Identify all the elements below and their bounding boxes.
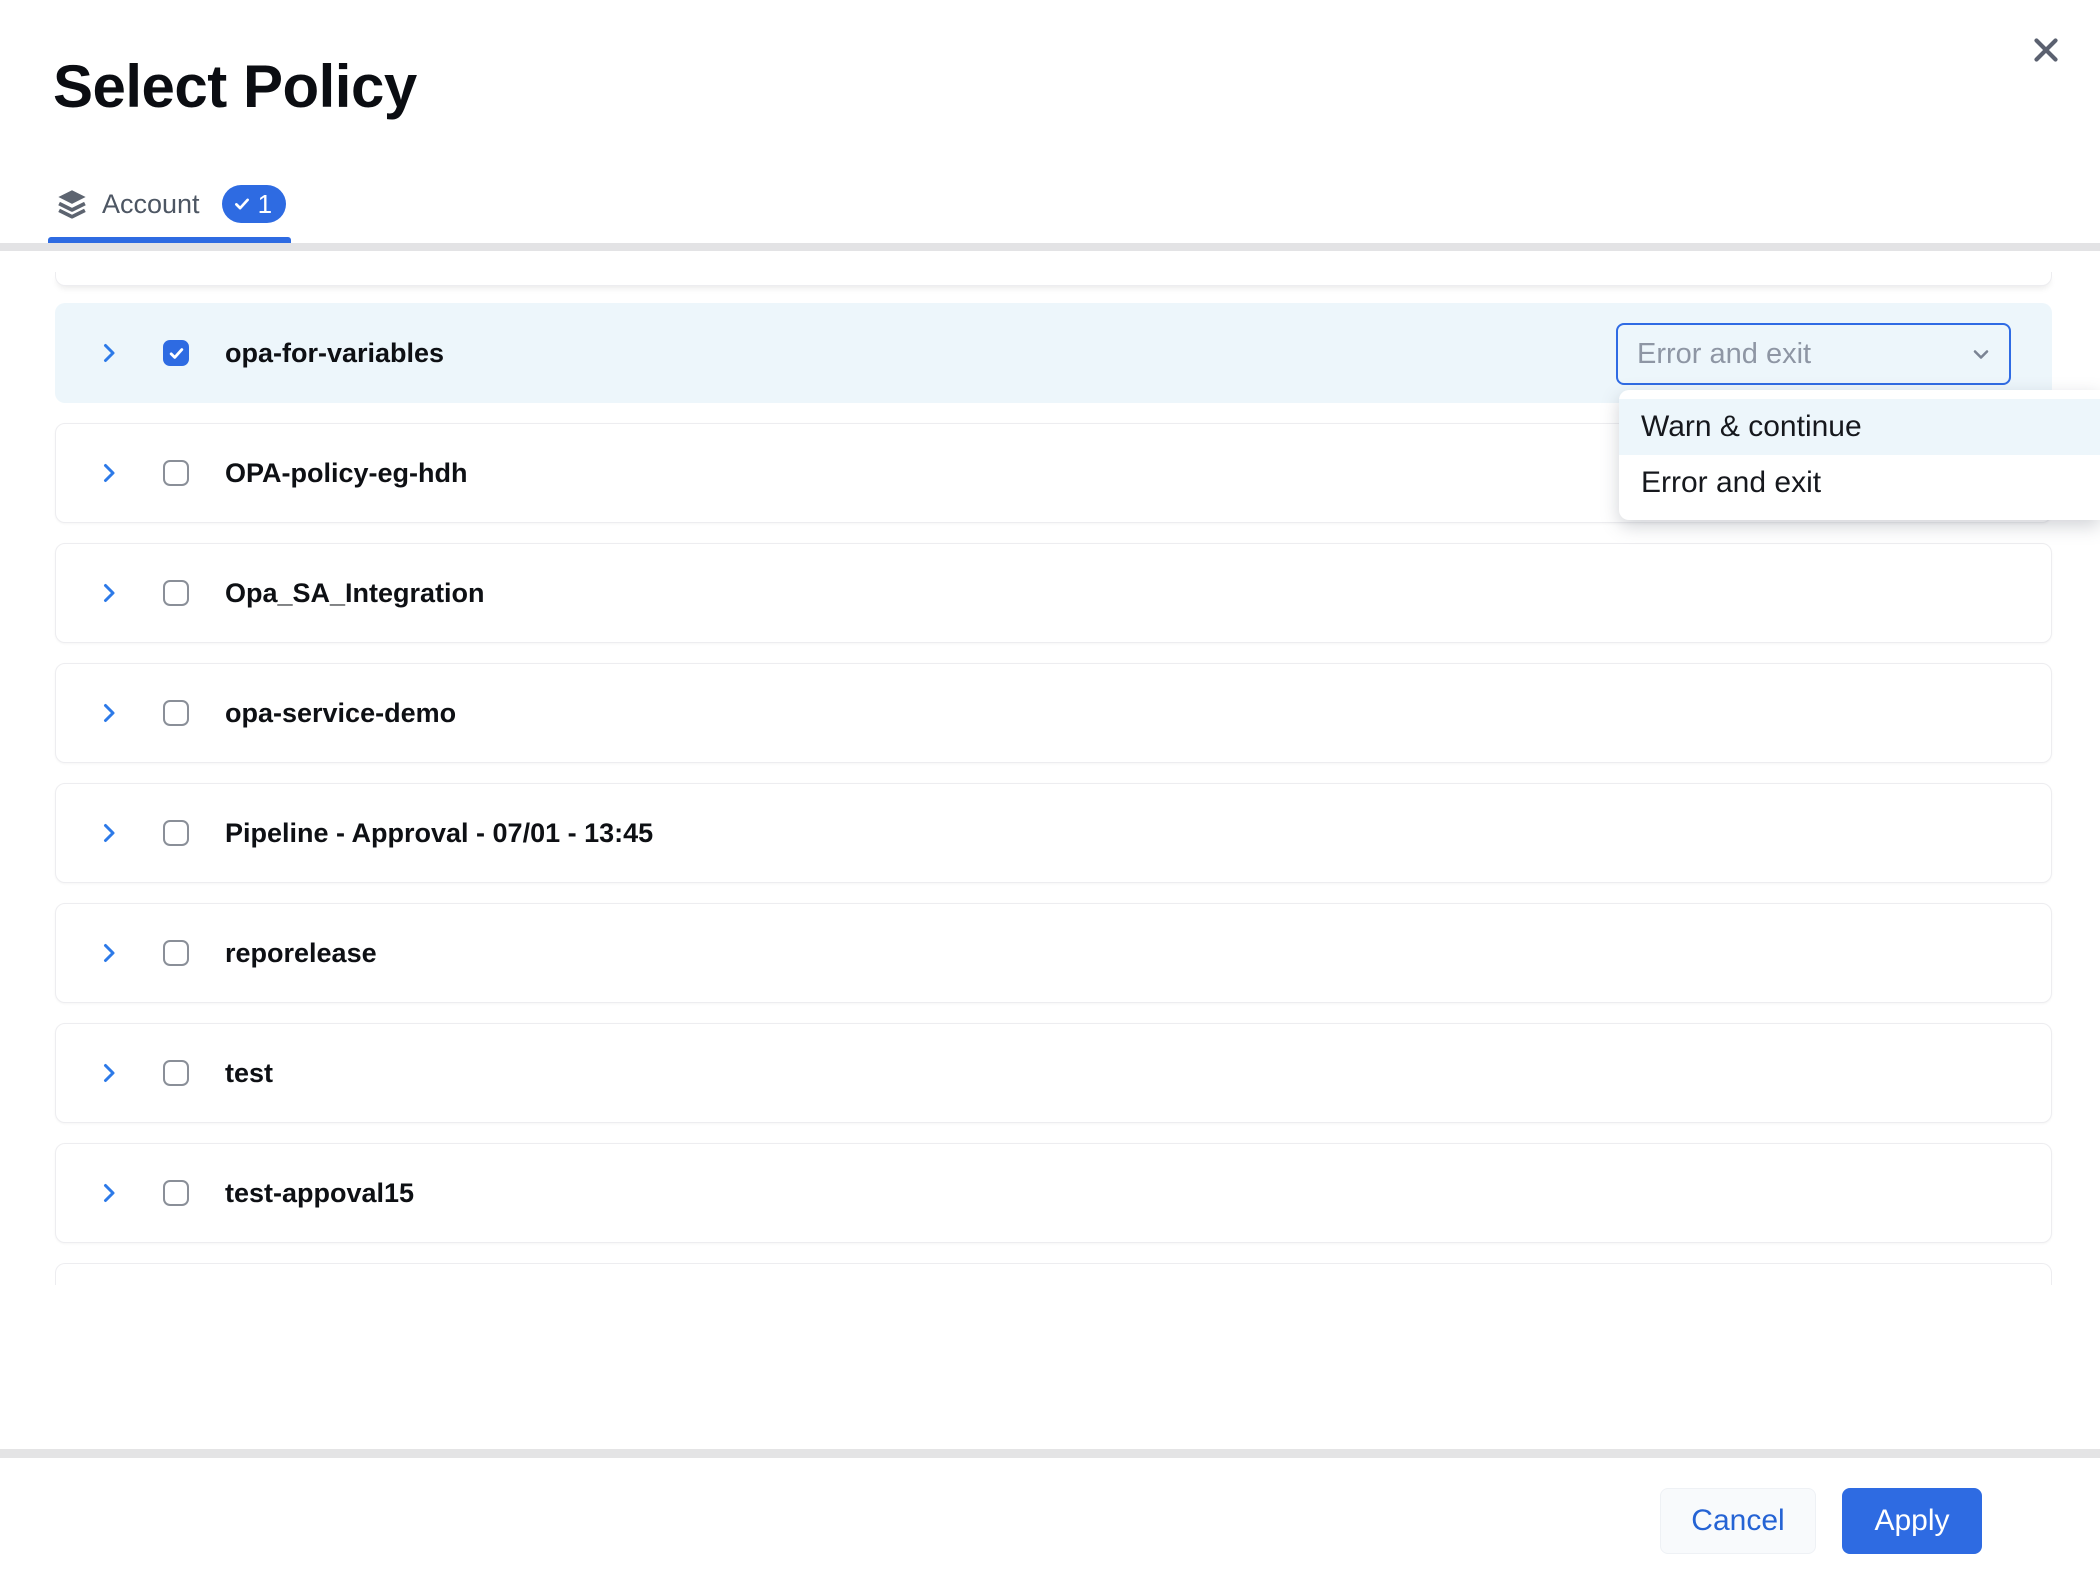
selected-count-badge: 1: [222, 185, 286, 223]
policy-row-opa-sa-integration[interactable]: Opa_SA_Integration: [55, 543, 2052, 643]
chevron-right-icon[interactable]: [97, 341, 121, 365]
policy-row-test[interactable]: test: [55, 1023, 2052, 1123]
policy-checkbox[interactable]: [163, 940, 189, 966]
policy-label: Pipeline - Approval - 07/01 - 13:45: [225, 818, 653, 849]
close-icon[interactable]: [2022, 26, 2070, 74]
policy-row-reporelease[interactable]: reporelease: [55, 903, 2052, 1003]
apply-button[interactable]: Apply: [1842, 1488, 1982, 1554]
cancel-button[interactable]: Cancel: [1660, 1488, 1816, 1554]
tab-account[interactable]: Account: [102, 189, 200, 220]
chevron-right-icon[interactable]: [97, 461, 121, 485]
select-policy-modal: Select Policy Account 1: [0, 0, 2100, 1570]
policy-row-opa-for-variables[interactable]: opa-for-variables Error and exit: [55, 303, 2052, 403]
policy-row-test-appoval15[interactable]: test-appoval15: [55, 1143, 2052, 1243]
policy-label: OPA-policy-eg-hdh: [225, 458, 468, 489]
policy-label: opa-for-variables: [225, 338, 444, 369]
clipped-row-below: [55, 1263, 2052, 1285]
footer-divider: [0, 1449, 2100, 1458]
layers-icon: [55, 187, 89, 221]
policy-checkbox[interactable]: [163, 1180, 189, 1206]
policy-checkbox[interactable]: [163, 700, 189, 726]
check-icon: [168, 345, 185, 362]
page-title: Select Policy: [53, 55, 417, 119]
chevron-right-icon[interactable]: [97, 1061, 121, 1085]
selected-count: 1: [258, 189, 272, 220]
chevron-right-icon[interactable]: [97, 581, 121, 605]
policy-label: test: [225, 1058, 273, 1089]
chevron-right-icon[interactable]: [97, 701, 121, 725]
tabs-divider: [0, 243, 2100, 251]
policy-checkbox[interactable]: [163, 820, 189, 846]
policy-checkbox[interactable]: [163, 460, 189, 486]
chevron-right-icon[interactable]: [97, 821, 121, 845]
chevron-down-icon: [1969, 342, 1993, 366]
chevron-right-icon[interactable]: [97, 1181, 121, 1205]
clipped-row-above: [55, 272, 2052, 286]
severity-select[interactable]: Error and exit: [1616, 323, 2011, 385]
policy-checkbox[interactable]: [163, 1060, 189, 1086]
chevron-right-icon[interactable]: [97, 941, 121, 965]
policy-checkbox[interactable]: [163, 580, 189, 606]
policy-row-pipeline-approval[interactable]: Pipeline - Approval - 07/01 - 13:45: [55, 783, 2052, 883]
severity-dropdown-menu: Warn & continue Error and exit: [1619, 390, 2100, 520]
policy-label: Opa_SA_Integration: [225, 578, 485, 609]
dropdown-option-warn-continue[interactable]: Warn & continue: [1619, 399, 2100, 455]
policy-checkbox[interactable]: [163, 340, 189, 366]
check-icon: [233, 195, 251, 213]
tab-bar: Account 1: [55, 183, 286, 225]
policy-label: reporelease: [225, 938, 377, 969]
policy-label: opa-service-demo: [225, 698, 456, 729]
policy-row-opa-service-demo[interactable]: opa-service-demo: [55, 663, 2052, 763]
policy-label: test-appoval15: [225, 1178, 414, 1209]
dropdown-option-error-exit[interactable]: Error and exit: [1619, 455, 2100, 511]
severity-select-value: Error and exit: [1637, 338, 1811, 371]
